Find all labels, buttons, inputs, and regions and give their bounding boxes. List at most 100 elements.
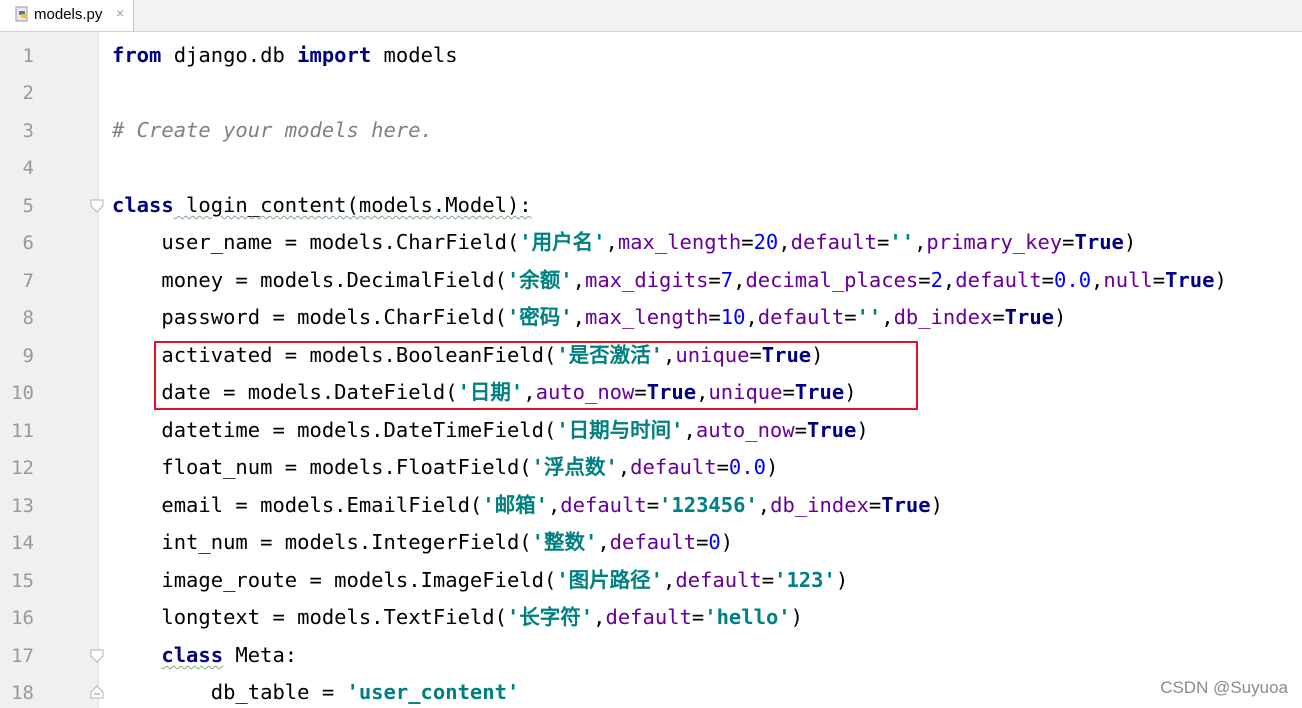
line-number: 9: [22, 345, 34, 367]
code-text: ,: [663, 568, 676, 592]
code-line-5: class login_content(models.Model):: [112, 193, 532, 217]
param-name: default: [609, 530, 697, 554]
string-literal: '123': [774, 568, 836, 592]
code-text: ): [720, 530, 734, 554]
string-literal: '余额': [506, 268, 573, 292]
line-number: 13: [11, 495, 34, 517]
number-literal: 0: [708, 530, 721, 554]
code-text: db_table =: [112, 680, 347, 704]
code-text: =: [696, 530, 709, 554]
code-text: =: [918, 268, 931, 292]
code-text: ,: [881, 305, 894, 329]
line-number: 10: [11, 382, 34, 404]
line-number: 14: [11, 532, 34, 554]
param-name: decimal_places: [745, 268, 919, 292]
code-text: ): [1054, 305, 1067, 329]
fold-open-icon[interactable]: [90, 648, 104, 663]
number-literal: 2: [930, 268, 943, 292]
param-name: db_index: [893, 305, 993, 329]
string-literal: '密码': [506, 305, 573, 329]
keyword: from: [112, 43, 162, 67]
line-number: 17: [11, 645, 34, 667]
line-number: 18: [11, 682, 34, 704]
param-name: default: [630, 455, 717, 479]
tab-models-py[interactable]: models.py ×: [0, 0, 134, 31]
string-literal: '长字符': [506, 605, 594, 629]
code-text: datetime = models.DateTimeField(: [112, 418, 557, 442]
keyword: True: [881, 493, 931, 517]
fold-open-icon[interactable]: [90, 198, 104, 213]
code-text: ): [1214, 268, 1227, 292]
code-text: int_num = models.IntegerField(: [112, 530, 532, 554]
code-text: =: [844, 305, 857, 329]
code-line-11: datetime = models.DateTimeField('日期与时间',…: [112, 418, 868, 442]
keyword: import: [297, 43, 372, 67]
code-text: =: [708, 305, 721, 329]
line-number: 3: [22, 120, 34, 142]
class-declaration: login_content(models.Model):: [173, 193, 532, 217]
code-text: ,: [778, 230, 791, 254]
code-text: =: [794, 418, 807, 442]
code-text: ,: [733, 268, 746, 292]
string-literal: '': [856, 305, 882, 329]
code-text: =: [716, 455, 729, 479]
code-text: ,: [745, 305, 758, 329]
string-literal: '用户名': [519, 230, 606, 254]
code-text: ,: [605, 230, 618, 254]
red-highlight-box: [154, 341, 918, 410]
code-text: ,: [593, 605, 606, 629]
param-name: max_length: [584, 305, 709, 329]
string-literal: '日期与时间': [556, 418, 684, 442]
line-number: 8: [22, 307, 34, 329]
comment: # Create your models here.: [112, 118, 433, 142]
code-text: =: [1152, 268, 1166, 292]
code-line-17: class Meta:: [112, 643, 297, 667]
code-line-15: image_route = models.ImageField('图片路径',d…: [112, 568, 848, 592]
code-text: float_num = models.FloatField(: [112, 455, 532, 479]
code-line-3: # Create your models here.: [112, 118, 433, 142]
code-text: =: [761, 568, 775, 592]
code-text: ): [1123, 230, 1137, 254]
code-text: =: [741, 230, 754, 254]
param-name: default: [560, 493, 647, 517]
string-literal: '123456': [659, 493, 758, 517]
line-number: 1: [22, 45, 34, 67]
param-name: default: [757, 305, 845, 329]
tab-label: models.py: [34, 6, 103, 23]
line-number: 11: [11, 420, 34, 442]
param-name: max_digits: [584, 268, 709, 292]
code-line-12: float_num = models.FloatField('浮点数',defa…: [112, 455, 778, 479]
string-literal: 'hello': [704, 605, 791, 629]
string-literal: 'user_content': [346, 680, 520, 704]
code-line-18: db_table = 'user_content': [112, 680, 520, 704]
number-literal: 7: [720, 268, 734, 292]
keyword: True: [1004, 305, 1055, 329]
param-name: max_length: [617, 230, 742, 254]
code-text: email = models.EmailField(: [112, 493, 483, 517]
close-icon[interactable]: ×: [116, 5, 124, 21]
fold-close-icon[interactable]: [90, 684, 104, 699]
code-text: ): [765, 455, 779, 479]
param-name: primary_key: [926, 230, 1063, 254]
line-number: 15: [11, 570, 34, 592]
code-text: ,: [1091, 268, 1104, 292]
python-file-icon: [14, 6, 30, 22]
code-text: user_name = models.CharField(: [112, 230, 520, 254]
keyword: True: [1165, 268, 1215, 292]
code-text: =: [1062, 230, 1075, 254]
code-text: ,: [547, 493, 561, 517]
line-number: 12: [11, 457, 34, 479]
code-text: =: [646, 493, 660, 517]
line-number: 16: [11, 607, 34, 629]
param-name: default: [675, 568, 762, 592]
editor-tab-bar: models.py ×: [0, 0, 1302, 32]
code-line-14: int_num = models.IntegerField('整数',defau…: [112, 530, 733, 554]
code-text: ): [835, 568, 849, 592]
code-text: ,: [572, 305, 585, 329]
code-text: image_route = models.ImageField(: [112, 568, 557, 592]
code-line-1: from django.db import models: [112, 43, 458, 67]
code-text: password = models.CharField(: [112, 305, 507, 329]
param-name: default: [955, 268, 1042, 292]
line-number: 4: [22, 157, 34, 179]
